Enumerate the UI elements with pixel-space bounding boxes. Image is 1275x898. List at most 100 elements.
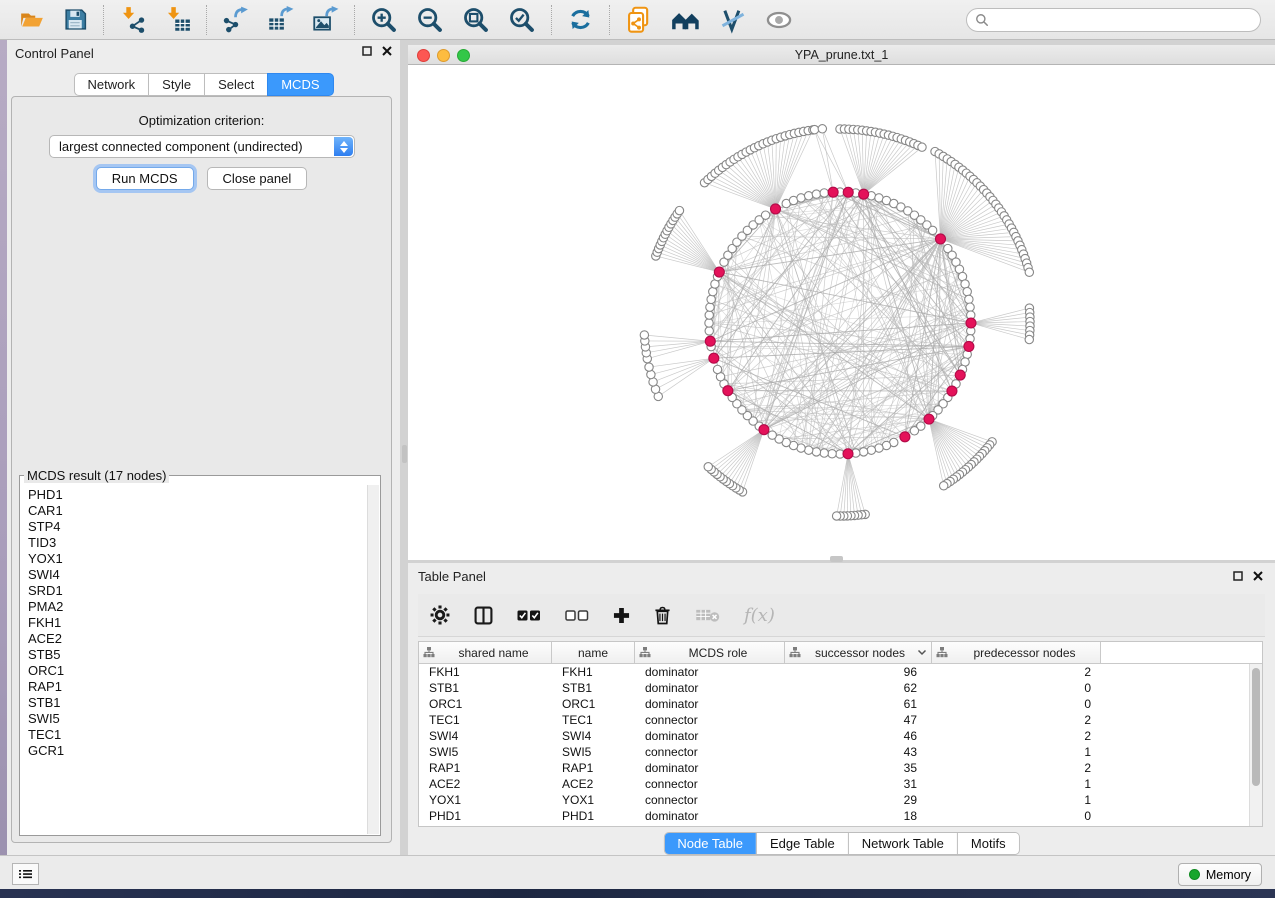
column-header-name[interactable]: name [552, 642, 635, 664]
network-node[interactable] [761, 211, 769, 219]
network-node[interactable] [709, 287, 717, 295]
delete-table-button[interactable] [695, 608, 720, 623]
table-cell[interactable]: PHD1 [552, 808, 635, 824]
table-row[interactable]: SWI5SWI5connector431 [419, 744, 1249, 760]
network-leaf-node[interactable] [810, 125, 818, 133]
table-cell[interactable]: 62 [785, 680, 932, 696]
table-cell[interactable]: dominator [635, 696, 785, 712]
network-node[interactable] [705, 311, 713, 319]
mcds-result-item[interactable]: SWI4 [28, 567, 366, 583]
network-leaf-node[interactable] [1025, 335, 1033, 343]
run-mcds-button[interactable]: Run MCDS [96, 167, 194, 190]
table-cell[interactable]: 0 [932, 808, 1101, 824]
column-header-successor-nodes[interactable]: successor nodes [785, 642, 932, 664]
zoom-selected-button[interactable] [506, 4, 538, 36]
delete-column-button[interactable] [654, 606, 671, 625]
network-node[interactable] [707, 295, 715, 303]
table-cell[interactable]: 2 [932, 728, 1101, 744]
refresh-layout-button[interactable] [565, 4, 596, 35]
mcds-result-item[interactable]: PHD1 [28, 487, 366, 503]
network-hub-node[interactable] [947, 386, 957, 396]
network-node[interactable] [828, 450, 836, 458]
float-panel-icon[interactable] [362, 46, 372, 56]
table-row[interactable]: RAP1RAP1dominator352 [419, 760, 1249, 776]
network-leaf-node[interactable] [675, 206, 683, 214]
network-node[interactable] [812, 190, 820, 198]
network-hub-node[interactable] [859, 189, 869, 199]
table-cell[interactable]: dominator [635, 728, 785, 744]
table-scrollbar[interactable] [1249, 664, 1262, 826]
table-cell[interactable]: 29 [785, 792, 932, 808]
network-node[interactable] [928, 226, 936, 234]
table-cell[interactable]: 2 [932, 760, 1101, 776]
table-cell[interactable]: ORC1 [552, 696, 635, 712]
network-node[interactable] [910, 427, 918, 435]
table-cell[interactable]: 2 [932, 664, 1101, 680]
table-cell[interactable]: TEC1 [552, 712, 635, 728]
network-hub-node[interactable] [705, 336, 715, 346]
mcds-result-item[interactable]: STB5 [28, 647, 366, 663]
table-cell[interactable]: 1 [932, 744, 1101, 760]
share-document-button[interactable] [623, 4, 655, 36]
network-leaf-node[interactable] [704, 463, 712, 471]
table-cell[interactable]: 43 [785, 744, 932, 760]
network-node[interactable] [867, 446, 875, 454]
table-row[interactable]: YOX1YOX1connector291 [419, 792, 1249, 808]
table-split-handle[interactable] [830, 556, 843, 562]
criterion-select[interactable]: largest connected component (undirected) [49, 135, 355, 158]
tab-network-table[interactable]: Network Table [848, 833, 957, 854]
table-cell[interactable]: 47 [785, 712, 932, 728]
import-table-button[interactable] [162, 4, 193, 35]
network-leaf-node[interactable] [645, 363, 653, 371]
network-hub-node[interactable] [843, 187, 853, 197]
eye-button[interactable] [763, 4, 795, 36]
table-row[interactable]: SWI4SWI4dominator462 [419, 728, 1249, 744]
mcds-result-item[interactable]: STP4 [28, 519, 366, 535]
mcds-result-item[interactable]: ORC1 [28, 663, 366, 679]
table-cell[interactable]: SWI4 [552, 728, 635, 744]
network-hub-node[interactable] [935, 234, 945, 244]
table-cell[interactable]: SWI4 [419, 728, 552, 744]
table-cell[interactable]: TEC1 [419, 712, 552, 728]
table-row[interactable]: STB1STB1dominator620 [419, 680, 1249, 696]
column-header-MCDS-role[interactable]: MCDS role [635, 642, 785, 664]
network-node[interactable] [706, 303, 714, 311]
table-cell[interactable]: dominator [635, 808, 785, 824]
network-hub-node[interactable] [924, 414, 934, 424]
network-hub-node[interactable] [900, 432, 910, 442]
houses-button[interactable] [669, 3, 703, 37]
status-menu-button[interactable] [12, 863, 39, 885]
table-cell[interactable]: STB1 [419, 680, 552, 696]
save-session-button[interactable] [61, 5, 90, 34]
mcds-result-item[interactable]: RAP1 [28, 679, 366, 695]
mcds-result-list[interactable]: PHD1CAR1STP4TID3YOX1SWI4SRD1PMA2FKH1ACE2… [21, 485, 366, 834]
memory-button[interactable]: Memory [1178, 863, 1262, 886]
table-cell[interactable]: connector [635, 744, 785, 760]
close-panel-button[interactable]: Close panel [207, 167, 308, 190]
table-cell[interactable]: 1 [932, 792, 1101, 808]
network-node[interactable] [875, 444, 883, 452]
network-hub-node[interactable] [770, 204, 780, 214]
network-node[interactable] [705, 319, 713, 327]
table-cell[interactable]: YOX1 [552, 792, 635, 808]
network-leaf-node[interactable] [939, 482, 947, 490]
close-panel-icon[interactable] [382, 46, 392, 56]
network-node[interactable] [859, 448, 867, 456]
network-node[interactable] [963, 287, 971, 295]
table-cell[interactable]: connector [635, 776, 785, 792]
table-cell[interactable]: 0 [932, 680, 1101, 696]
tab-network[interactable]: Network [73, 73, 149, 96]
network-hub-node[interactable] [955, 370, 965, 380]
mcds-result-item[interactable]: FKH1 [28, 615, 366, 631]
mcds-result-item[interactable]: PMA2 [28, 599, 366, 615]
table-cell[interactable]: connector [635, 792, 785, 808]
table-cell[interactable]: 46 [785, 728, 932, 744]
network-node[interactable] [713, 365, 721, 373]
table-cell[interactable]: PHD1 [419, 808, 552, 824]
column-header-predecessor-nodes[interactable]: predecessor nodes [932, 642, 1101, 664]
table-row[interactable]: ORC1ORC1dominator610 [419, 696, 1249, 712]
table-cell[interactable]: 1 [932, 776, 1101, 792]
network-node[interactable] [768, 431, 776, 439]
close-table-panel-icon[interactable] [1253, 571, 1263, 581]
table-cell[interactable]: SWI5 [552, 744, 635, 760]
